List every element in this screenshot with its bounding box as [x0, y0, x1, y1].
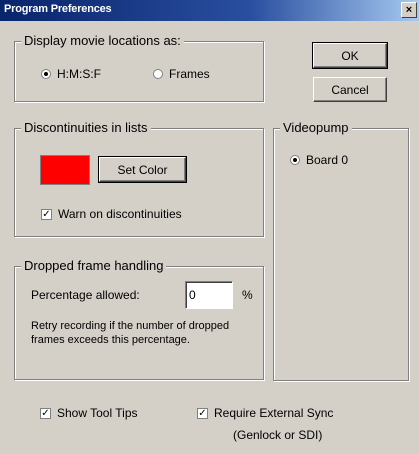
percentage-input[interactable]: 0 — [185, 281, 233, 309]
show-tooltips-checkbox[interactable]: ✓ Show Tool Tips — [40, 406, 138, 420]
radio-frames[interactable]: Frames — [153, 67, 210, 81]
videopump-legend: Videopump — [280, 120, 352, 135]
percent-unit: % — [242, 288, 253, 302]
warn-discontinuities-label: Warn on discontinuities — [58, 207, 182, 221]
ok-button[interactable]: OK — [312, 42, 388, 69]
show-tooltips-label: Show Tool Tips — [57, 406, 138, 420]
set-color-button[interactable]: Set Color — [98, 156, 187, 183]
cancel-button[interactable]: Cancel — [313, 77, 387, 102]
radio-hmsf[interactable]: H:M:S:F — [41, 67, 101, 81]
require-sync-sublabel: (Genlock or SDI) — [233, 428, 323, 442]
radio-hmsf-label: H:M:S:F — [57, 67, 101, 81]
radio-frames-indicator — [153, 69, 163, 79]
radio-frames-label: Frames — [169, 67, 210, 81]
radio-hmsf-indicator — [41, 69, 51, 79]
dropped-frame-group: Dropped frame handling Percentage allowe… — [14, 258, 264, 380]
title-bar: Program Preferences × — [0, 0, 419, 21]
retry-description: Retry recording if the number of dropped… — [31, 320, 230, 346]
require-sync-checkbox[interactable]: ✓ Require External Sync — [197, 406, 333, 420]
display-locations-legend: Display movie locations as: — [21, 33, 184, 48]
close-button[interactable]: × — [401, 2, 417, 18]
close-icon: × — [405, 3, 413, 16]
warn-discontinuities-checkbox[interactable]: ✓ Warn on discontinuities — [41, 207, 182, 221]
radio-board-0-label: Board 0 — [306, 153, 349, 167]
display-locations-group: Display movie locations as: H:M:S:F Fram… — [14, 33, 264, 102]
radio-board-0-indicator — [290, 155, 300, 165]
show-tooltips-check-icon: ✓ — [40, 407, 51, 419]
window-title: Program Preferences — [4, 3, 112, 15]
program-preferences-dialog: Program Preferences × Display movie loca… — [0, 0, 419, 454]
discontinuity-color-swatch — [40, 155, 90, 185]
dropped-frame-legend: Dropped frame handling — [21, 258, 167, 273]
percentage-label: Percentage allowed: — [31, 288, 140, 302]
require-sync-check-icon: ✓ — [197, 407, 208, 419]
radio-board-0[interactable]: Board 0 — [290, 153, 348, 167]
warn-discontinuities-check-icon: ✓ — [41, 208, 52, 220]
require-sync-label: Require External Sync — [214, 406, 334, 420]
discontinuities-legend: Discontinuities in lists — [21, 120, 151, 135]
discontinuities-group: Discontinuities in lists Set Color ✓ War… — [14, 120, 264, 237]
videopump-group: Videopump Board 0 — [273, 120, 409, 381]
